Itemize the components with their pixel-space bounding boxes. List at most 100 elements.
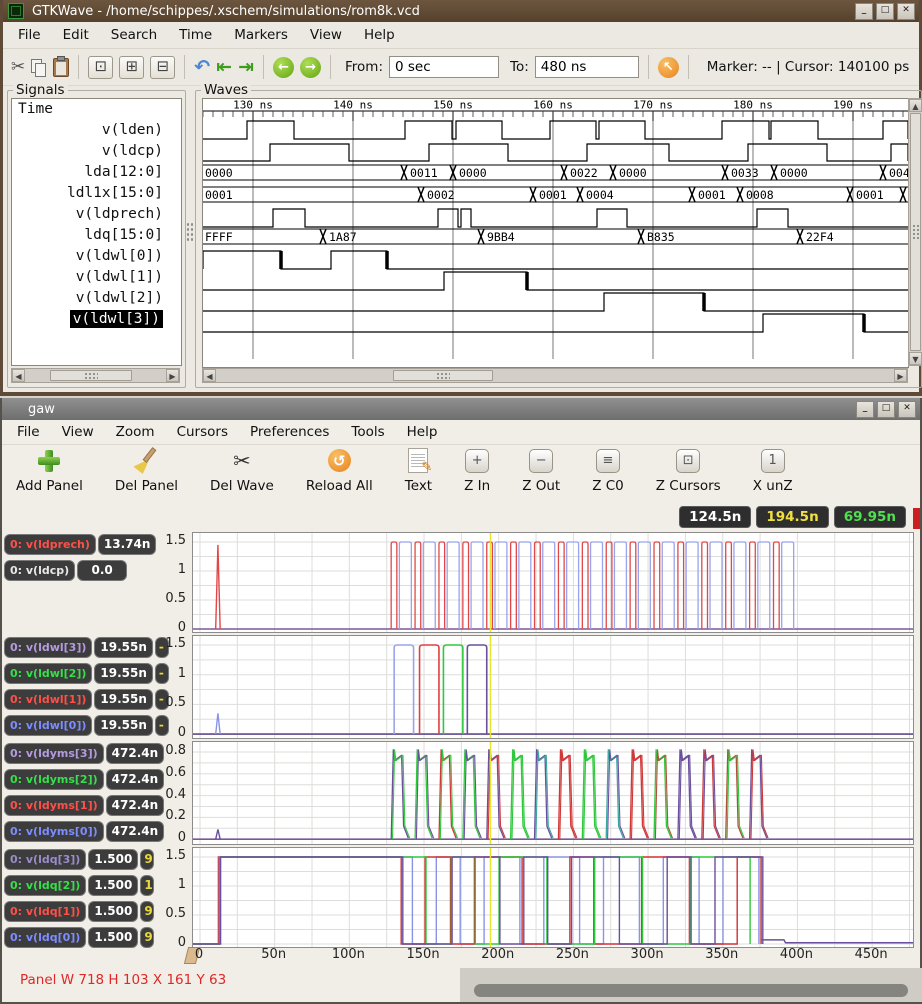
- scroll-right-icon[interactable]: ▶: [894, 369, 907, 382]
- wave-panel-plot[interactable]: [192, 847, 914, 948]
- scrollbar-thumb[interactable]: [474, 984, 908, 997]
- scroll-right-icon[interactable]: ▶: [166, 369, 179, 382]
- signal-item[interactable]: v(ldwl[3]): [12, 309, 181, 330]
- signal-name-badge[interactable]: 0: v(ldyms[0]): [4, 821, 104, 842]
- signal-item[interactable]: lda[12:0]: [12, 162, 181, 183]
- menu-item-view[interactable]: View: [299, 24, 353, 46]
- zoom-fit-icon[interactable]: ⊡: [88, 56, 113, 79]
- signal-value-badge: 19.55n: [94, 663, 153, 684]
- signal-name-badge[interactable]: 0: v(ldyms[2]): [4, 769, 104, 790]
- menu-item-help[interactable]: Help: [396, 421, 449, 443]
- signal-name-badge[interactable]: 0: v(ldwl[2]): [4, 663, 92, 684]
- toolbar-button-del-panel[interactable]: Del Panel: [115, 447, 178, 494]
- signal-item[interactable]: ldl1x[15:0]: [12, 183, 181, 204]
- maximize-button[interactable]: □: [877, 401, 895, 418]
- from-input[interactable]: [389, 56, 499, 78]
- wave-panel-plot[interactable]: [192, 532, 914, 633]
- signal-item[interactable]: v(ldcp): [12, 141, 181, 162]
- signal-item[interactable]: ldq[15:0]: [12, 225, 181, 246]
- signal-name-badge[interactable]: 0: v(ldyms[1]): [4, 795, 104, 816]
- wave-panel-plot[interactable]: [192, 741, 914, 845]
- scroll-left-icon[interactable]: ◀: [12, 369, 25, 382]
- menu-item-tools[interactable]: Tools: [340, 421, 395, 443]
- signal-label-row: 0: v(ldyms[0])472.4n: [4, 821, 164, 843]
- signal-list[interactable]: Timev(lden)v(ldcp)lda[12:0]ldl1x[15:0]v(…: [11, 98, 182, 366]
- copy-icon[interactable]: [31, 59, 47, 76]
- signal-name-badge[interactable]: 0: v(ldq[3]): [4, 849, 86, 870]
- scroll-down-icon[interactable]: ▼: [909, 352, 922, 365]
- signal-label-row: 0: v(ldyms[2])472.4n: [4, 769, 164, 791]
- toolbar-button-zoom-in[interactable]: +Z In: [464, 447, 490, 494]
- signal-name-badge[interactable]: 0: v(ldq[0]): [4, 927, 86, 948]
- waves-horizontal-scrollbar[interactable]: ◀ ▶: [202, 368, 908, 383]
- back-icon[interactable]: ←: [273, 57, 294, 78]
- menu-item-zoom[interactable]: Zoom: [105, 421, 166, 443]
- signal-item[interactable]: Time: [12, 99, 181, 120]
- signal-item[interactable]: v(ldprech): [12, 204, 181, 225]
- toolbar-button-x-unzoom[interactable]: 1X unZ: [753, 447, 793, 494]
- toolbar-button-add-panel[interactable]: Add Panel: [16, 447, 83, 494]
- edge-left-icon[interactable]: ⇤: [216, 56, 232, 78]
- scroll-left-icon[interactable]: ◀: [203, 369, 216, 382]
- signal-name-badge[interactable]: 0: v(ldwl[0]): [4, 715, 92, 736]
- menu-item-file[interactable]: File: [6, 421, 51, 443]
- signal-item[interactable]: v(ldwl[1]): [12, 267, 181, 288]
- signal-name-badge[interactable]: 0: v(ldwl[1]): [4, 689, 92, 710]
- menu-item-cursors[interactable]: Cursors: [166, 421, 239, 443]
- svg-text:B835: B835: [647, 230, 675, 244]
- edge-right-icon[interactable]: ⇥: [238, 56, 254, 78]
- menu-item-view[interactable]: View: [51, 421, 105, 443]
- signal-name-badge[interactable]: 0: v(ldq[2]): [4, 875, 86, 896]
- menu-item-help[interactable]: Help: [353, 24, 406, 46]
- menu-item-edit[interactable]: Edit: [52, 24, 100, 46]
- gaw-titlebar[interactable]: gaw _ □ ✕: [2, 398, 920, 420]
- signal-item[interactable]: v(ldwl[0]): [12, 246, 181, 267]
- waves-vertical-scrollbar[interactable]: ▲ ▼: [908, 98, 922, 366]
- to-input[interactable]: [535, 56, 639, 78]
- menu-item-preferences[interactable]: Preferences: [239, 421, 340, 443]
- waves-canvas[interactable]: 130 ns140 ns150 ns160 ns170 ns180 ns190 …: [202, 98, 909, 368]
- signal-item[interactable]: v(lden): [12, 120, 181, 141]
- gtkwave-titlebar[interactable]: GTKWave - /home/schippes/.xschem/simulat…: [3, 0, 919, 22]
- toolbar-button-zoom-cursors[interactable]: ⊡Z Cursors: [656, 447, 721, 494]
- minimize-button[interactable]: _: [856, 401, 874, 418]
- stop-icon[interactable]: ↖: [658, 57, 679, 78]
- signal-name-badge[interactable]: 0: v(ldq[1]): [4, 901, 86, 922]
- zoom-out-icon[interactable]: ⊟: [150, 56, 175, 79]
- signal-name-badge[interactable]: 0: v(ldwl[3]): [4, 637, 92, 658]
- cursor-delta-badge: 9: [140, 849, 154, 870]
- menu-item-markers[interactable]: Markers: [223, 24, 299, 46]
- toolbar-separator: [263, 55, 264, 79]
- minimize-button[interactable]: _: [855, 3, 873, 20]
- wave-panel-plot[interactable]: [192, 635, 914, 739]
- scroll-up-icon[interactable]: ▲: [909, 99, 922, 112]
- signals-horizontal-scrollbar[interactable]: ◀ ▶: [11, 368, 180, 383]
- cut-icon[interactable]: ✂: [11, 57, 25, 77]
- toolbar-button-del-wave[interactable]: ✂Del Wave: [210, 447, 274, 494]
- maximize-button[interactable]: □: [876, 3, 894, 20]
- undo-icon[interactable]: ↶: [194, 56, 210, 78]
- signal-label-row: 0: v(ldprech)13.74n: [4, 534, 156, 556]
- toolbar-button-text[interactable]: Text: [405, 447, 432, 494]
- gaw-horizontal-scrollbar[interactable]: [460, 968, 922, 1002]
- toolbar-button-label: Z Out: [522, 478, 560, 494]
- pane-splitter[interactable]: [184, 98, 195, 364]
- menu-item-time[interactable]: Time: [168, 24, 223, 46]
- close-button[interactable]: ✕: [898, 401, 916, 418]
- scrollbar-thumb[interactable]: [910, 113, 921, 351]
- close-button[interactable]: ✕: [897, 3, 915, 20]
- forward-icon[interactable]: →: [300, 57, 321, 78]
- toolbar-button-zoom-out[interactable]: −Z Out: [522, 447, 560, 494]
- menu-item-file[interactable]: File: [7, 24, 52, 46]
- signal-name-badge[interactable]: 0: v(ldcp): [4, 560, 75, 581]
- signal-name-badge[interactable]: 0: v(ldprech): [4, 534, 96, 555]
- toolbar-button-zoom-c0[interactable]: ≡Z C0: [592, 447, 624, 494]
- paste-icon[interactable]: [53, 58, 69, 77]
- scrollbar-thumb[interactable]: [393, 370, 493, 381]
- menu-item-search[interactable]: Search: [100, 24, 168, 46]
- signal-name-badge[interactable]: 0: v(ldyms[3]): [4, 743, 104, 764]
- signal-item[interactable]: v(ldwl[2]): [12, 288, 181, 309]
- toolbar-button-reload-all[interactable]: ↺Reload All: [306, 447, 373, 494]
- zoom-in-icon[interactable]: ⊞: [119, 56, 144, 79]
- scrollbar-thumb[interactable]: [50, 370, 132, 381]
